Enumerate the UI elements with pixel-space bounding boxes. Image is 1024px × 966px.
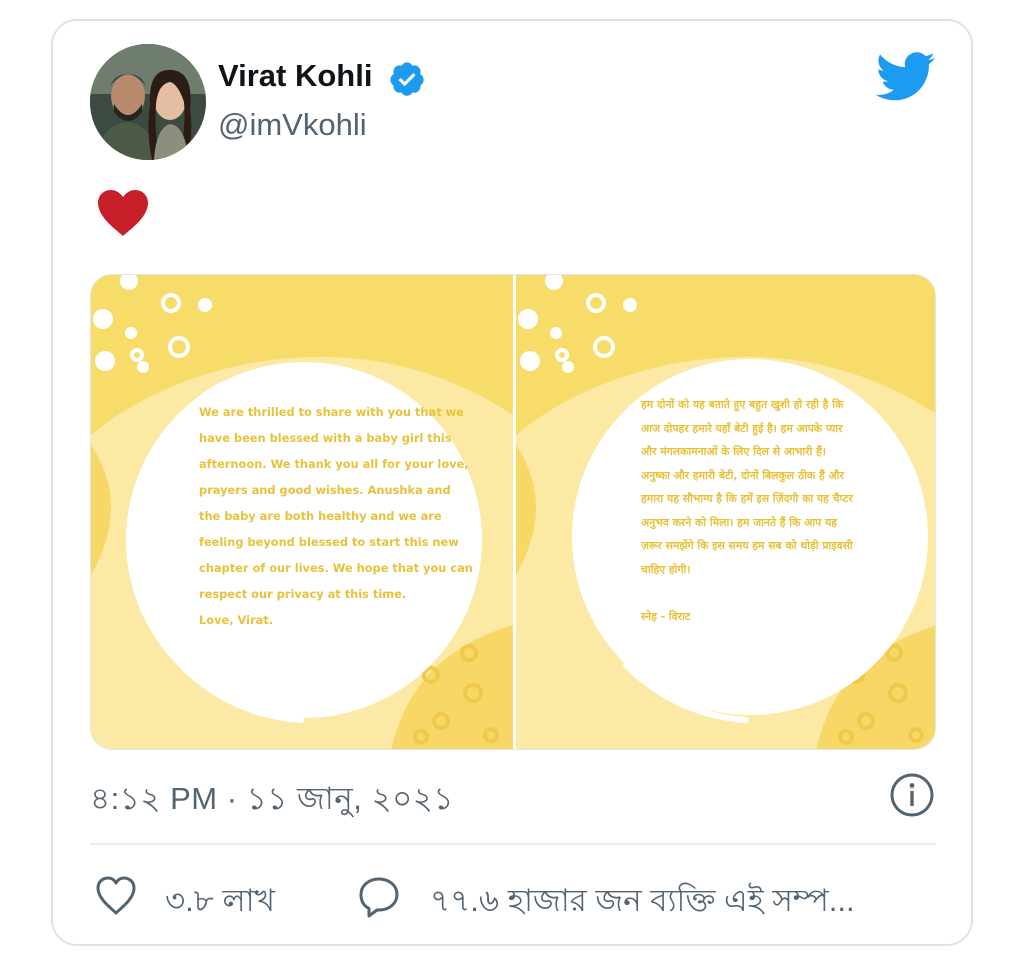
reply-summary[interactable]: ৭৭.৬ হাজার জন ব্যক্তি এই সম্প... — [430, 877, 930, 929]
avatar[interactable] — [90, 44, 206, 160]
letter-image-english[interactable]: We are thrilled to share with you that w… — [91, 275, 513, 749]
tweet-timestamp[interactable]: ৪:১২ PM · ১১ জানু, ২০২১ — [90, 775, 454, 827]
author-handle[interactable]: @imVkohli — [218, 107, 367, 143]
letter-text-hindi: हम दोनों को यह बताते हुए बहुत खुशी हो रह… — [641, 398, 853, 623]
tweet-media[interactable]: We are thrilled to share with you that w… — [90, 274, 936, 750]
avatar-photo — [90, 44, 206, 160]
like-count[interactable]: ৩.৮ লাখ — [165, 877, 275, 929]
author-name[interactable]: Virat Kohli — [218, 58, 372, 94]
heart-emoji — [98, 190, 148, 236]
twitter-bird-icon[interactable] — [876, 52, 936, 102]
verified-badge-icon — [390, 62, 424, 96]
letter-image-hindi[interactable]: हम दोनों को यह बताते हुए बहुत खुशी हो रह… — [516, 275, 935, 749]
info-icon[interactable] — [889, 772, 935, 818]
letter-text-english: We are thrilled to share with you that w… — [199, 405, 473, 627]
heart-outline-icon[interactable] — [94, 874, 138, 918]
speech-bubble-icon[interactable] — [356, 874, 402, 920]
divider — [90, 843, 936, 845]
